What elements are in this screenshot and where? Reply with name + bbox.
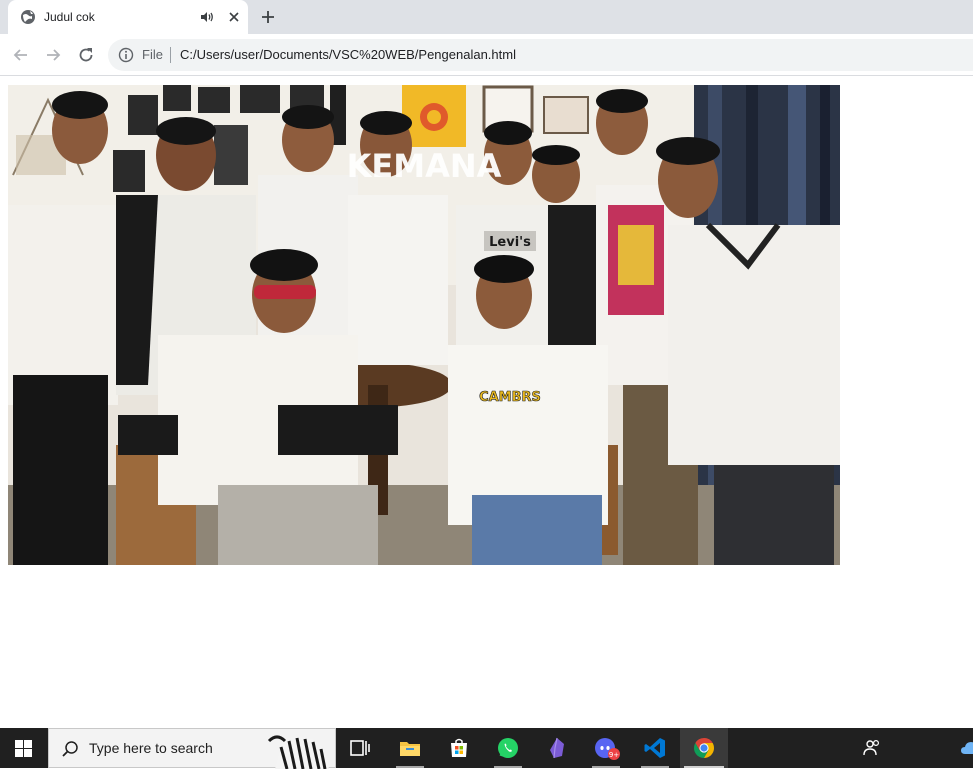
photo-caption-overlay: KEMANA <box>347 147 502 185</box>
whatsapp-icon <box>498 738 518 758</box>
start-button[interactable] <box>0 728 48 768</box>
taskbar-obsidian[interactable] <box>533 728 581 768</box>
tab-strip: Judul cok <box>0 0 973 34</box>
taskbar-discord[interactable]: 9+ <box>582 728 630 768</box>
discord-icon: 9+ <box>595 738 620 760</box>
discord-badge: 9+ <box>609 751 619 759</box>
shirt-text-cambrs: CAMBRS <box>479 390 541 405</box>
page-content: Levi's CAMBRS KEMANA <box>0 77 973 728</box>
browser-toolbar: File C:/Users/user/Documents/VSC%20WEB/P… <box>0 34 973 76</box>
url-text[interactable]: C:/Users/user/Documents/VSC%20WEB/Pengen… <box>180 47 516 62</box>
reload-icon[interactable] <box>77 46 95 64</box>
task-view-button[interactable] <box>336 728 384 768</box>
browser-tab[interactable]: Judul cok <box>8 0 248 34</box>
search-icon <box>62 741 78 757</box>
obsidian-icon <box>550 737 564 759</box>
taskbar-chrome[interactable] <box>680 728 728 768</box>
tab-title: Judul cok <box>44 10 95 24</box>
store-icon <box>451 738 467 757</box>
address-bar[interactable]: File C:/Users/user/Documents/VSC%20WEB/P… <box>108 39 973 71</box>
people-icon[interactable] <box>862 738 882 758</box>
task-view-icon <box>350 740 370 756</box>
plus-icon[interactable] <box>260 9 276 25</box>
taskbar-whatsapp[interactable] <box>484 728 532 768</box>
info-icon[interactable] <box>118 47 134 63</box>
globe-icon <box>21 10 35 24</box>
back-arrow-icon[interactable] <box>12 46 30 64</box>
chrome-icon <box>694 738 714 758</box>
vscode-icon <box>644 738 665 758</box>
speaker-icon[interactable] <box>200 10 214 24</box>
forward-arrow-icon[interactable] <box>44 46 62 64</box>
taskbar: Type here to search 9+ <box>0 728 973 769</box>
taskbar-file-explorer[interactable] <box>386 728 434 768</box>
windows-logo-icon <box>15 740 32 757</box>
scheme-label: File <box>142 47 163 62</box>
shirt-text-levis: Levi's <box>489 235 531 250</box>
folder-icon <box>400 742 420 756</box>
cloud-icon[interactable] <box>960 740 973 756</box>
close-icon[interactable] <box>226 9 242 25</box>
taskbar-search-box[interactable]: Type here to search <box>48 728 336 769</box>
taskbar-microsoft-store[interactable] <box>435 728 483 768</box>
taskbar-vscode[interactable] <box>631 728 679 768</box>
search-placeholder: Type here to search <box>89 740 213 756</box>
address-separator <box>170 47 171 63</box>
group-photo: Levi's CAMBRS KEMANA <box>8 85 840 565</box>
zebra-highlight-icon <box>267 735 329 769</box>
